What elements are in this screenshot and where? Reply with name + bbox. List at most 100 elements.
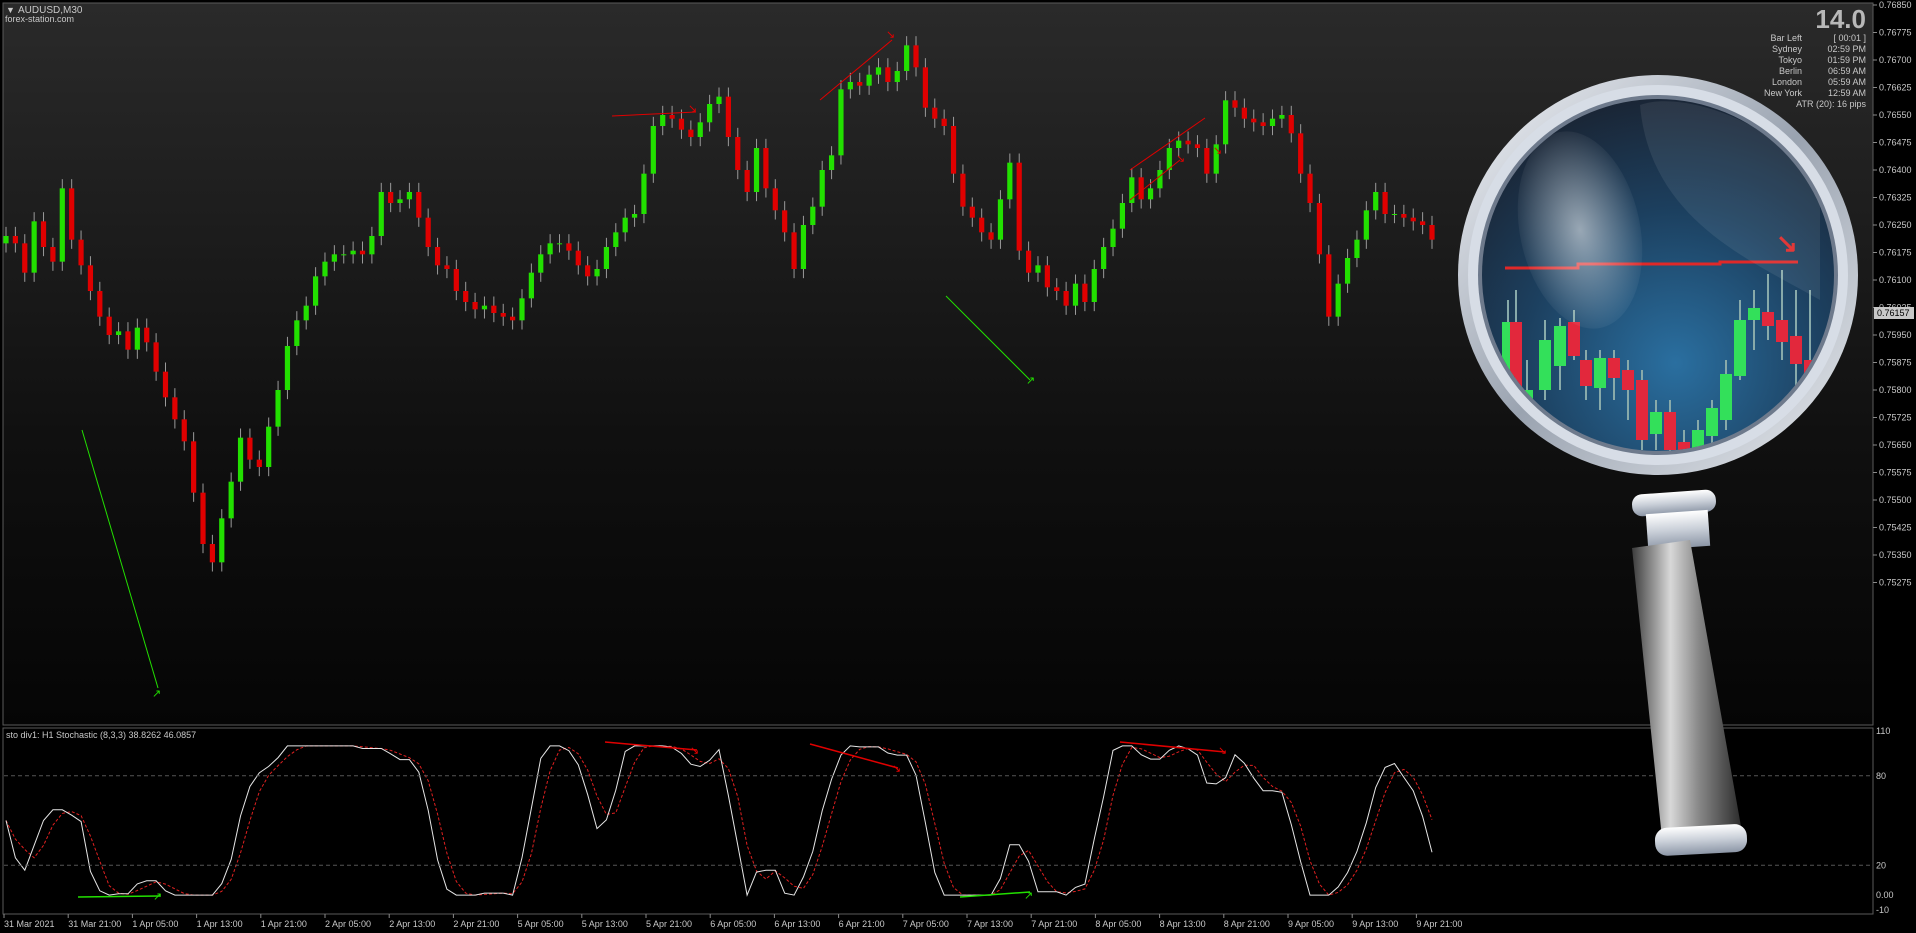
bear-candle <box>744 170 750 192</box>
bull-candle <box>3 236 9 244</box>
bear-candle <box>510 316 516 321</box>
bull-candle <box>828 155 835 170</box>
bear-candle <box>1232 100 1238 108</box>
bear-candle <box>87 265 94 291</box>
bear-candle <box>425 217 431 247</box>
bull-candle <box>875 67 882 75</box>
bear-candle <box>857 82 863 86</box>
time-tick-label: 2 Apr 05:00 <box>325 919 371 929</box>
bull-candle <box>378 192 384 236</box>
bear-candle <box>256 459 262 467</box>
time-tick-label: 7 Apr 05:00 <box>903 919 949 929</box>
bull-candle <box>284 346 291 390</box>
bull-candle <box>1363 210 1369 240</box>
time-tick-label: 6 Apr 13:00 <box>774 919 820 929</box>
bull-candle <box>622 217 628 233</box>
bull-candle <box>1157 170 1163 189</box>
time-tick-label: 8 Apr 21:00 <box>1224 919 1270 929</box>
bear-candle <box>78 239 84 266</box>
bear-candle <box>791 232 797 269</box>
price-tick-label: 0.75725 <box>1879 413 1912 423</box>
time-tick-label: 2 Apr 21:00 <box>453 919 499 929</box>
info-row-value: 02:59 PM <box>1827 44 1866 54</box>
bear-candle <box>125 331 131 350</box>
bull-candle <box>1101 247 1107 269</box>
time-tick-label: 7 Apr 13:00 <box>967 919 1013 929</box>
price-tick-label: 0.76250 <box>1879 220 1912 230</box>
bull-candle <box>904 45 910 71</box>
bull-candle <box>1110 228 1116 247</box>
price-tick-label: 0.75500 <box>1879 495 1912 505</box>
price-tick-label: 0.76550 <box>1879 110 1912 120</box>
time-tick-label: 6 Apr 21:00 <box>839 919 885 929</box>
bear-candle <box>491 305 497 313</box>
bull-candle <box>397 199 403 203</box>
bull-candle <box>819 170 825 207</box>
time-tick-label: 9 Apr 05:00 <box>1288 919 1334 929</box>
bull-candle <box>1119 203 1126 229</box>
buy-arrow-icon: ↗ <box>153 891 162 903</box>
bear-candle <box>1063 291 1069 306</box>
bear-candle <box>585 265 591 277</box>
time-tick-label: 5 Apr 21:00 <box>646 919 692 929</box>
price-tick-label: 0.76175 <box>1879 248 1912 258</box>
bull-candle <box>753 148 760 192</box>
info-row-value: 06:59 AM <box>1828 66 1866 76</box>
bear-candle <box>566 243 572 251</box>
bar-timer: 14.0 <box>1815 4 1866 34</box>
bear-candle <box>922 67 928 108</box>
trading-chart[interactable]: ▼ AUDUSD,M30 forex-station.com 0.768500.… <box>0 0 1916 933</box>
bear-candle <box>885 67 891 82</box>
price-tick-label: 0.75875 <box>1879 358 1912 368</box>
current-price-value: 0.76157 <box>1877 308 1910 318</box>
bull-candle <box>1176 140 1182 148</box>
bull-candle <box>31 221 37 273</box>
watermark-text: forex-station.com <box>5 14 74 24</box>
bear-candle <box>1044 265 1050 288</box>
bear-candle <box>144 327 150 343</box>
bear-candle <box>950 126 957 174</box>
bull-candle <box>219 518 225 563</box>
time-tick-label: 9 Apr 21:00 <box>1416 919 1462 929</box>
bull-candle <box>1269 118 1276 126</box>
info-row-value: 05:59 AM <box>1828 77 1866 87</box>
bear-candle <box>181 419 187 442</box>
bear-candle <box>1429 225 1435 240</box>
indicator-label: sto div1: H1 Stochastic (8,3,3) 38.8262 … <box>6 730 196 740</box>
indicator-tick-label: -10 <box>1876 905 1889 915</box>
bear-candle <box>191 441 197 493</box>
info-row-value: [ 00:01 ] <box>1833 33 1866 43</box>
info-row-label: Berlin <box>1779 66 1802 76</box>
indicator-pane[interactable] <box>2 727 1874 915</box>
bear-candle <box>979 217 985 233</box>
bear-candle <box>1204 148 1210 174</box>
price-tick-label: 0.75575 <box>1879 468 1912 478</box>
bull-divergence-line <box>77 895 161 898</box>
bear-candle <box>941 118 947 126</box>
bear-candle <box>669 115 675 119</box>
bear-candle <box>1241 107 1247 119</box>
price-tick-label: 0.75800 <box>1879 385 1912 395</box>
bull-candle <box>237 437 244 482</box>
indicator-tick-label: 20 <box>1876 860 1886 870</box>
bull-candle <box>322 261 328 277</box>
bear-candle <box>913 45 919 68</box>
bear-candle <box>247 437 253 460</box>
bull-candle <box>1335 283 1341 317</box>
bear-candle <box>1138 177 1144 200</box>
info-row-value: 12:59 AM <box>1828 88 1866 98</box>
atr-readout: ATR (20): 16 pips <box>1796 99 1866 109</box>
info-row-label: Tokyo <box>1778 55 1802 65</box>
bull-candle <box>838 89 844 156</box>
bull-candle <box>547 243 553 255</box>
bull-candle <box>866 74 872 86</box>
bear-candle <box>782 210 788 233</box>
bull-candle <box>275 390 281 427</box>
bear-candle <box>472 302 478 310</box>
bear-candle <box>932 107 938 119</box>
bull-candle <box>538 254 544 273</box>
bear-candle <box>1082 283 1088 302</box>
bull-candle <box>1279 115 1285 119</box>
bear-candle <box>1410 217 1416 222</box>
bear-candle <box>1288 115 1294 134</box>
